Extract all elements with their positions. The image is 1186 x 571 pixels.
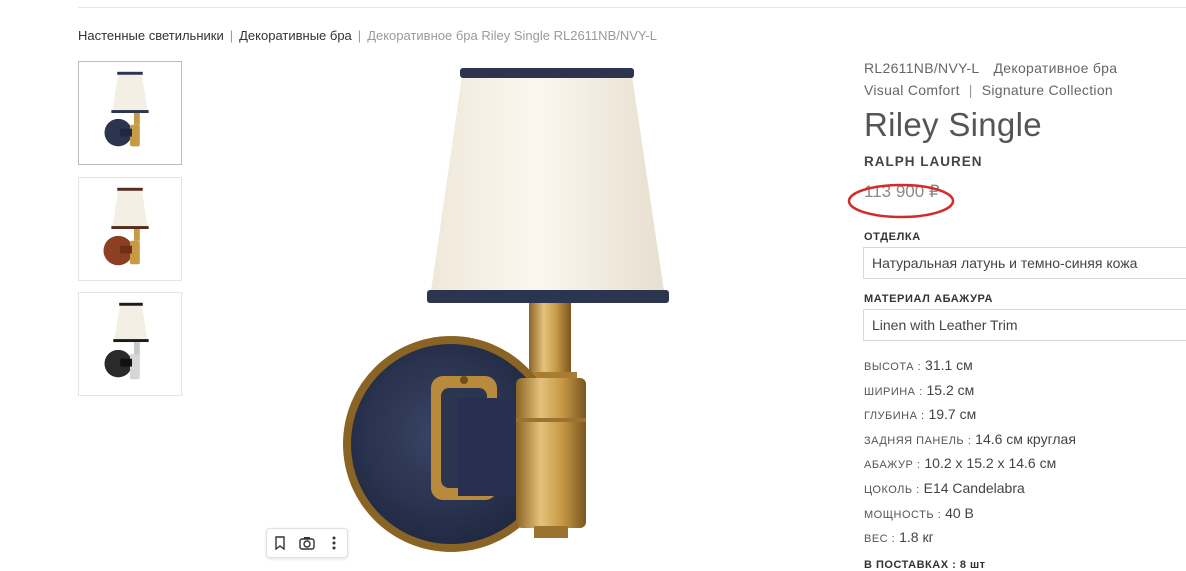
stock-info-cutoff: В ПОСТАВКАХ : 8 шт bbox=[864, 559, 986, 571]
spec-key: ШИРИНА : bbox=[864, 385, 923, 398]
bookmark-icon[interactable] bbox=[269, 532, 291, 554]
spec-power: МОЩНОСТЬ : 40 В bbox=[864, 505, 1076, 530]
thumbnail-saddle[interactable] bbox=[78, 177, 182, 281]
spec-value: 19.7 см bbox=[928, 406, 977, 423]
thumbnail-black-nickel[interactable] bbox=[78, 292, 182, 396]
manufacturer-line: Visual Comfort | Signature Collection bbox=[864, 82, 1186, 98]
header-divider bbox=[78, 7, 1186, 8]
product-title: Riley Single bbox=[864, 106, 1042, 143]
product-collection[interactable]: Signature Collection bbox=[982, 82, 1113, 98]
product-info: RL2611NB/NVY-L Декоративное бра Visual Co… bbox=[864, 60, 1186, 202]
spec-shade: АБАЖУР : 10.2 x 15.2 x 14.6 см bbox=[864, 455, 1076, 480]
product-brand[interactable]: RALPH LAUREN bbox=[864, 154, 1186, 169]
image-toolbar bbox=[266, 528, 348, 558]
product-main-image bbox=[330, 58, 720, 565]
price-annotation-circle bbox=[847, 183, 955, 219]
spec-height: ВЫСОТА : 31.1 см bbox=[864, 357, 1076, 382]
thumbnail-navy[interactable] bbox=[78, 61, 182, 165]
thumbnail-black-nickel-image bbox=[104, 302, 149, 380]
spec-key: МОЩНОСТЬ : bbox=[864, 508, 942, 521]
spec-key: АБАЖУР : bbox=[864, 459, 921, 472]
spec-key: ВЫСОТА : bbox=[864, 361, 922, 373]
spec-socket: ЦОКОЛЬ : E14 Candelabra bbox=[864, 480, 1076, 505]
breadcrumb: Настенные светильники | Декоративные бра | Д… bbox=[78, 28, 657, 43]
thumbnail-navy-image bbox=[104, 71, 149, 147]
spec-value: 40 В bbox=[945, 504, 974, 521]
spec-value: E14 Candelabra bbox=[923, 479, 1025, 496]
breadcrumb-item-wall-lights[interactable]: Настенные светильники bbox=[78, 28, 224, 43]
product-category[interactable]: Декоративное бра bbox=[994, 60, 1118, 76]
spec-width: ШИРИНА : 15.2 см bbox=[864, 382, 1076, 407]
spec-key: ЦОКОЛЬ : bbox=[864, 483, 920, 496]
sku-category-line: RL2611NB/NVY-L Декоративное бра bbox=[864, 60, 1186, 76]
breadcrumb-current: Декоративное бра Riley Single RL2611NB/N… bbox=[367, 28, 657, 43]
camera-icon[interactable] bbox=[296, 532, 318, 554]
spec-value: 31.1 см bbox=[925, 357, 973, 373]
spec-list: ВЫСОТА : 31.1 см ШИРИНА : 15.2 см ГЛУБИН… bbox=[864, 357, 1076, 554]
spec-key: ЗАДНЯЯ ПАНЕЛЬ : bbox=[864, 434, 972, 447]
breadcrumb-item-decorative-sconces[interactable]: Декоративные бра bbox=[239, 28, 352, 43]
spec-key: ВЕС : bbox=[864, 533, 896, 546]
product-manufacturer[interactable]: Visual Comfort bbox=[864, 82, 960, 98]
breadcrumb-separator: | bbox=[357, 28, 362, 43]
spec-value: 1.8 кг bbox=[899, 529, 934, 546]
spec-key: ГЛУБИНА : bbox=[864, 410, 925, 423]
spec-weight: ВЕС : 1.8 кг bbox=[864, 529, 1076, 554]
spec-value: 15.2 см bbox=[926, 381, 975, 398]
spec-value: 10.2 x 15.2 x 14.6 см bbox=[924, 455, 1057, 472]
thumbnail-saddle-image bbox=[103, 187, 149, 266]
shade-material-select[interactable]: Linen with Leather Trim bbox=[863, 309, 1186, 341]
more-vertical-icon[interactable] bbox=[323, 532, 345, 554]
shade-material-label: МАТЕРИАЛ АБАЖУРА bbox=[864, 293, 994, 305]
breadcrumb-separator: | bbox=[229, 28, 234, 43]
finish-label: ОТДЕЛКА bbox=[864, 231, 921, 243]
product-sku: RL2611NB/NVY-L bbox=[864, 60, 980, 76]
spec-backplate: ЗАДНЯЯ ПАНЕЛЬ : 14.6 см круглая bbox=[864, 431, 1076, 456]
spec-value: 14.6 см круглая bbox=[975, 430, 1076, 447]
spec-depth: ГЛУБИНА : 19.7 см bbox=[864, 406, 1076, 431]
finish-select[interactable]: Натуральная латунь и темно-синяя кожа bbox=[863, 247, 1186, 279]
collection-separator: | bbox=[968, 82, 973, 98]
